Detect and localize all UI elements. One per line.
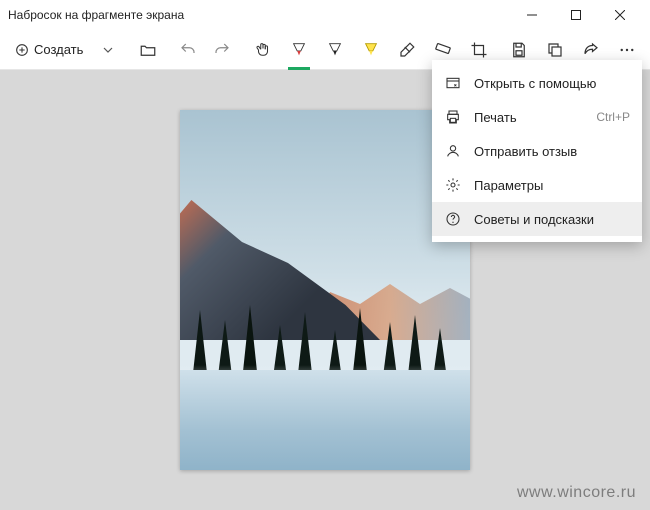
- maximize-button[interactable]: [554, 0, 598, 30]
- open-file-button[interactable]: [131, 33, 165, 67]
- close-button[interactable]: [598, 0, 642, 30]
- ruler-icon: [434, 41, 452, 59]
- ballpoint-pen-button[interactable]: [282, 33, 316, 67]
- title-bar: Набросок на фрагменте экрана: [0, 0, 650, 30]
- redo-icon: [213, 41, 231, 59]
- touch-writing-button[interactable]: [246, 33, 280, 67]
- menu-open-with[interactable]: Открыть с помощью: [432, 66, 642, 100]
- menu-open-with-label: Открыть с помощью: [474, 76, 596, 91]
- window-title: Набросок на фрагменте экрана: [8, 8, 510, 22]
- open-with-icon: [444, 75, 462, 91]
- new-snip-dropdown[interactable]: [91, 33, 125, 67]
- pen-red-icon: [290, 41, 308, 59]
- window-controls: [510, 0, 642, 30]
- pen-black-icon: [326, 41, 344, 59]
- menu-print-label: Печать: [474, 110, 517, 125]
- snip-image[interactable]: [180, 110, 470, 470]
- copy-icon: [546, 41, 564, 59]
- landscape-placeholder: [180, 110, 470, 470]
- menu-print[interactable]: Печать Ctrl+P: [432, 100, 642, 134]
- menu-tips-label: Советы и подсказки: [474, 212, 594, 227]
- menu-print-shortcut: Ctrl+P: [596, 110, 630, 124]
- menu-feedback[interactable]: Отправить отзыв: [432, 134, 642, 168]
- save-icon: [510, 41, 528, 59]
- highlighter-icon: [362, 41, 380, 59]
- watermark: www.wincore.ru: [517, 484, 636, 502]
- share-icon: [582, 41, 600, 59]
- app-window: Набросок на фрагменте экрана Создать: [0, 0, 650, 510]
- print-icon: [444, 109, 462, 125]
- crop-icon: [470, 41, 488, 59]
- more-icon: [618, 41, 636, 59]
- minimize-button[interactable]: [510, 0, 554, 30]
- undo-button[interactable]: [171, 33, 205, 67]
- feedback-icon: [444, 143, 462, 159]
- gear-icon: [444, 177, 462, 193]
- redo-button[interactable]: [205, 33, 239, 67]
- help-icon: [444, 211, 462, 227]
- more-menu: Открыть с помощью Печать Ctrl+P Отправит…: [432, 60, 642, 242]
- new-snip-label: Создать: [34, 42, 83, 57]
- new-snip-button[interactable]: Создать: [6, 33, 91, 67]
- highlighter-button[interactable]: [354, 33, 388, 67]
- menu-settings[interactable]: Параметры: [432, 168, 642, 202]
- undo-icon: [179, 41, 197, 59]
- pencil-button[interactable]: [318, 33, 352, 67]
- eraser-button[interactable]: [390, 33, 424, 67]
- menu-settings-label: Параметры: [474, 178, 543, 193]
- eraser-icon: [398, 41, 416, 59]
- touch-hand-icon: [254, 41, 272, 59]
- menu-feedback-label: Отправить отзыв: [474, 144, 577, 159]
- menu-tips[interactable]: Советы и подсказки: [432, 202, 642, 236]
- folder-open-icon: [139, 41, 157, 59]
- new-snip-icon: [14, 42, 30, 58]
